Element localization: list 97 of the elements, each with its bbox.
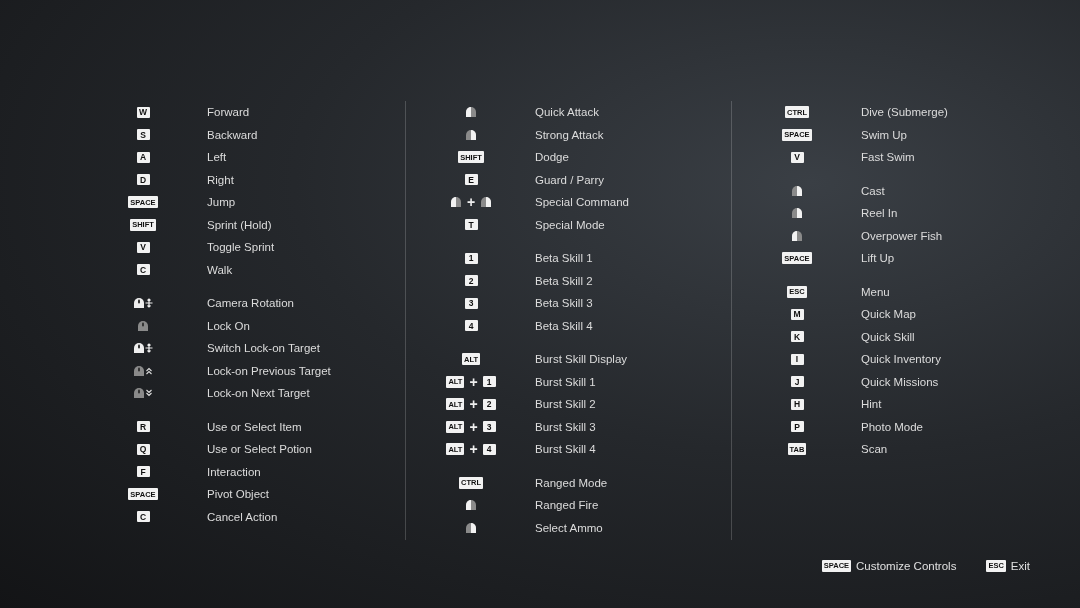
action-label: Quick Map bbox=[861, 308, 916, 321]
key-cap: J bbox=[790, 376, 804, 388]
key-cap: V bbox=[790, 151, 804, 163]
action-label: Beta Skill 4 bbox=[535, 319, 593, 332]
action-label: Overpower Fish bbox=[861, 229, 943, 242]
action-label: Burst Skill Display bbox=[535, 353, 628, 366]
action-label: Dive (Submerge) bbox=[861, 106, 948, 119]
key-cap: 1 bbox=[464, 252, 478, 264]
key-cap: 4 bbox=[482, 443, 496, 455]
plus-sign: + bbox=[469, 419, 478, 434]
key-cap: H bbox=[790, 398, 804, 410]
key-cap: F bbox=[136, 466, 150, 478]
key-cap: 2 bbox=[482, 398, 496, 410]
action-label: Lock On bbox=[207, 319, 250, 332]
action-label: Backward bbox=[207, 128, 258, 141]
mouse-icon bbox=[133, 387, 153, 400]
action-label: Forward bbox=[207, 106, 250, 119]
key-cap: V bbox=[136, 241, 150, 253]
key-cap: S bbox=[136, 129, 150, 141]
action-label: Ranged Mode bbox=[535, 476, 608, 489]
mouse-icon bbox=[791, 229, 803, 242]
mouse-icon bbox=[465, 499, 477, 512]
key-cap: Q bbox=[136, 443, 150, 455]
key-cap: M bbox=[790, 308, 804, 320]
mouse-icon bbox=[465, 106, 477, 119]
action-label: Lift Up bbox=[861, 252, 895, 265]
plus-sign: + bbox=[469, 442, 478, 457]
action-label: Special Command bbox=[535, 196, 629, 209]
action-label: Use or Select Item bbox=[207, 420, 302, 433]
mouse-icon bbox=[133, 342, 153, 355]
action-label: Pivot Object bbox=[207, 488, 269, 501]
action-label: Cast bbox=[861, 184, 885, 197]
action-label: Toggle Sprint bbox=[207, 241, 275, 254]
action-label: Special Mode bbox=[535, 218, 605, 231]
mouse-icon bbox=[480, 196, 493, 209]
action-label: Burst Skill 2 bbox=[535, 398, 596, 411]
mouse-icon bbox=[133, 297, 153, 310]
plus-sign: + bbox=[469, 374, 478, 389]
action-label: Lock-on Previous Target bbox=[207, 364, 331, 377]
key-cap: C bbox=[136, 264, 150, 276]
action-label: Select Ammo bbox=[535, 521, 603, 534]
mouse-icon bbox=[791, 184, 803, 197]
action-label: Right bbox=[207, 173, 234, 186]
action-label: Photo Mode bbox=[861, 420, 923, 433]
action-label: Burst Skill 1 bbox=[535, 375, 596, 388]
action-label: Switch Lock-on Target bbox=[207, 342, 320, 355]
action-label: Cancel Action bbox=[207, 510, 278, 523]
action-label: Beta Skill 1 bbox=[535, 252, 593, 265]
key-cap: I bbox=[790, 353, 804, 365]
action-label: Ranged Fire bbox=[535, 499, 599, 512]
key-cap: E bbox=[464, 174, 478, 186]
action-label: Fast Swim bbox=[861, 151, 915, 164]
action-label: Swim Up bbox=[861, 128, 907, 141]
action-label: Camera Rotation bbox=[207, 297, 294, 310]
action-label: Guard / Parry bbox=[535, 173, 605, 186]
key-cap: 1 bbox=[482, 376, 496, 388]
action-label: Dodge bbox=[535, 151, 569, 164]
key-cap: 4 bbox=[464, 320, 478, 332]
key-cap: P bbox=[790, 421, 804, 433]
key-cap: R bbox=[136, 421, 150, 433]
action-label: Beta Skill 3 bbox=[535, 297, 593, 310]
key-cap: 3 bbox=[464, 297, 478, 309]
key-cap: W bbox=[136, 106, 150, 118]
action-label: Strong Attack bbox=[535, 128, 604, 141]
action-label: Quick Inventory bbox=[861, 353, 941, 366]
action-label: Jump bbox=[207, 196, 236, 209]
plus-sign: + bbox=[469, 397, 478, 412]
action-label: Lock-on Next Target bbox=[207, 387, 310, 400]
key-cap: 2 bbox=[464, 275, 478, 287]
action-label: Quick Skill bbox=[861, 330, 915, 343]
plus-sign: + bbox=[466, 195, 476, 210]
action-label: Quick Attack bbox=[535, 106, 599, 119]
mouse-icon bbox=[133, 364, 153, 377]
action-label: Left bbox=[207, 151, 227, 164]
action-label: Sprint (Hold) bbox=[207, 218, 272, 231]
key-cap: T bbox=[464, 219, 478, 231]
action-label: Menu bbox=[861, 285, 890, 298]
action-label: Walk bbox=[207, 263, 233, 276]
key-cap: K bbox=[790, 331, 804, 343]
action-label: Quick Missions bbox=[861, 375, 939, 388]
key-cap: A bbox=[136, 151, 150, 163]
key-cap: 3 bbox=[482, 421, 496, 433]
mouse-icon bbox=[465, 521, 477, 534]
mouse-icon bbox=[449, 196, 462, 209]
action-label: Burst Skill 4 bbox=[535, 443, 596, 456]
mouse-icon bbox=[791, 207, 803, 220]
mouse-icon bbox=[465, 128, 477, 141]
action-label: Beta Skill 2 bbox=[535, 274, 593, 287]
key-cap: C bbox=[136, 511, 150, 523]
action-label: Reel In bbox=[861, 207, 898, 220]
key-cap: D bbox=[136, 174, 150, 186]
action-label: Use or Select Potion bbox=[207, 443, 312, 456]
mouse-icon bbox=[137, 319, 149, 332]
action-label: Burst Skill 3 bbox=[535, 420, 596, 433]
action-label: Hint bbox=[861, 398, 882, 411]
action-label: Interaction bbox=[207, 465, 261, 478]
action-label: Scan bbox=[861, 443, 888, 456]
